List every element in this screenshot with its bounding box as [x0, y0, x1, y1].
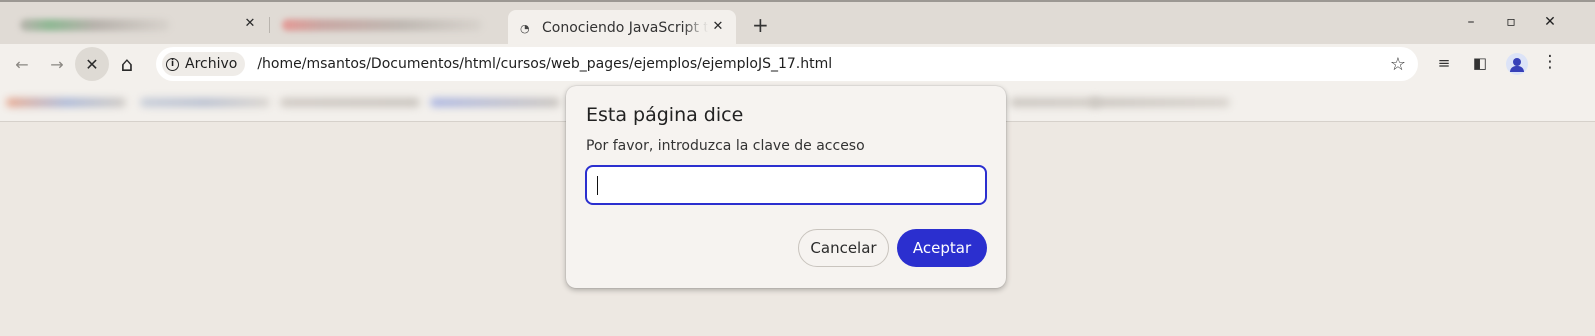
bookmark-star-icon[interactable]: ☆	[1390, 54, 1406, 75]
accept-button[interactable]: Aceptar	[897, 229, 987, 267]
dialog-message: Por favor, introduzca la clave de acceso	[586, 138, 865, 154]
bookmark-blurred[interactable]	[280, 98, 420, 107]
site-info-label: Archivo	[185, 56, 238, 72]
page-loading-icon: ◔	[520, 21, 530, 35]
tab-blurred-1[interactable]: ✕	[0, 10, 268, 40]
browser-toolbar: ← → ✕ ⌂ i Archivo /home/msantos/Document…	[0, 44, 1595, 86]
maximize-icon[interactable]: ▫	[1501, 14, 1521, 30]
stop-loading-button[interactable]: ✕	[75, 47, 109, 81]
back-button[interactable]: ←	[5, 47, 39, 81]
back-arrow-icon: ←	[15, 54, 29, 74]
side-panel-icon[interactable]: ◧	[1470, 54, 1490, 72]
home-button[interactable]: ⌂	[110, 47, 144, 81]
bookmark-blurred[interactable]	[1010, 98, 1100, 107]
forward-arrow-icon: →	[50, 54, 64, 74]
address-bar[interactable]: i Archivo /home/msantos/Documentos/html/…	[156, 47, 1418, 81]
tab-title-blurred	[20, 19, 170, 31]
text-caret	[597, 176, 598, 195]
stop-icon: ✕	[85, 54, 99, 74]
profile-avatar-icon[interactable]	[1506, 53, 1528, 75]
tab-strip: ✕ ◔ Conociendo JavaScript te ✕ + – ▫ ✕	[0, 0, 1595, 46]
forward-button[interactable]: →	[40, 47, 74, 81]
tab-title-blurred	[282, 19, 482, 31]
avatar-head	[1513, 58, 1521, 66]
info-icon: i	[166, 57, 179, 71]
avatar-body	[1510, 66, 1524, 72]
tab-close-icon[interactable]: ✕	[242, 16, 258, 32]
cancel-button[interactable]: Cancelar	[798, 229, 889, 267]
bookmark-blurred[interactable]	[6, 98, 126, 107]
bookmark-blurred[interactable]	[140, 98, 270, 107]
kebab-menu-icon[interactable]: ⋮	[1540, 52, 1560, 72]
tab-close-icon[interactable]: ✕	[710, 19, 726, 35]
bookmark-blurred[interactable]	[1090, 98, 1230, 107]
bookmark-blurred[interactable]	[430, 98, 560, 107]
tab-title: Conociendo JavaScript te	[542, 20, 708, 36]
close-window-icon[interactable]: ✕	[1540, 14, 1560, 30]
media-controls-icon[interactable]: ≡	[1434, 54, 1454, 72]
url-text[interactable]: /home/msantos/Documentos/html/cursos/web…	[257, 56, 832, 72]
tab-active[interactable]: ◔ Conociendo JavaScript te ✕	[508, 10, 736, 46]
tab-separator	[269, 17, 270, 33]
tab-blurred-2[interactable]	[272, 10, 498, 40]
dialog-title: Esta página dice	[586, 104, 744, 126]
minimize-icon[interactable]: –	[1461, 14, 1481, 30]
home-icon: ⌂	[120, 52, 134, 76]
password-prompt-input[interactable]	[585, 165, 987, 205]
site-info-chip[interactable]: i Archivo	[162, 52, 246, 76]
prompt-dialog: Esta página dice Por favor, introduzca l…	[566, 86, 1006, 288]
new-tab-icon[interactable]: +	[752, 13, 769, 37]
